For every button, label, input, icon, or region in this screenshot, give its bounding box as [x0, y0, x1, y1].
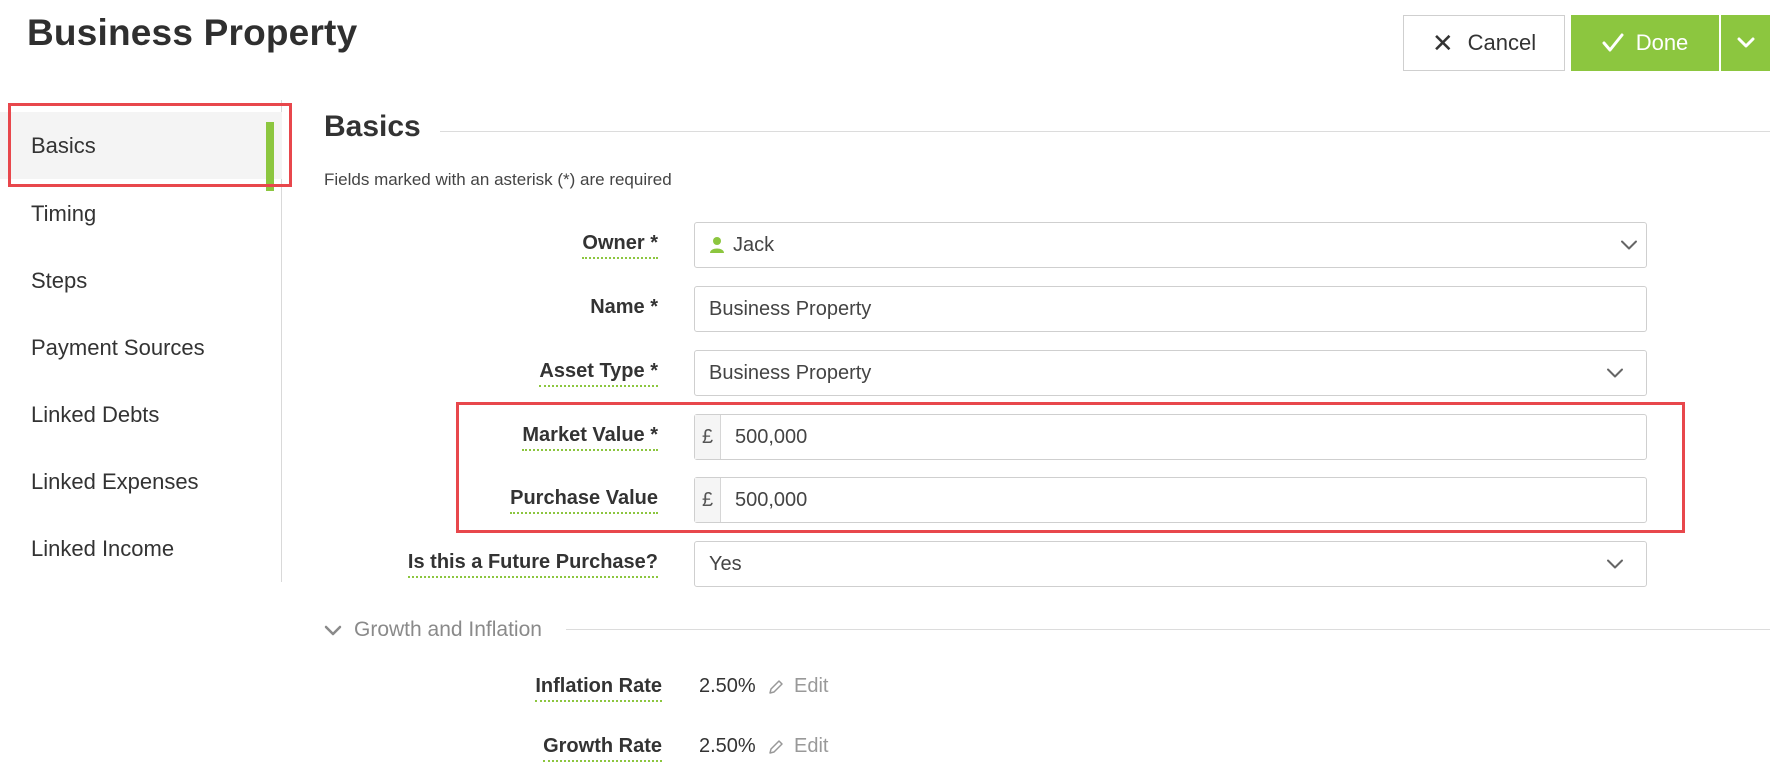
- purchase-value-value: 500,000: [735, 488, 808, 511]
- section-title: Basics: [324, 110, 421, 143]
- name-value: Business Property: [709, 297, 872, 320]
- done-button-label: Done: [1635, 30, 1689, 55]
- sidebar-item-label: Linked Expenses: [31, 468, 199, 494]
- pencil-icon: [769, 679, 783, 694]
- sidebar-item-label: Payment Sources: [31, 334, 205, 360]
- growth-rate-value: 2.50%: [699, 735, 756, 757]
- required-note: Fields marked with an asterisk (*) are r…: [324, 170, 672, 189]
- inflation-rate-edit-label: Edit: [794, 675, 829, 697]
- chevron-down-icon: [324, 625, 342, 635]
- chevron-down-icon: [1621, 240, 1637, 250]
- owner-label: Owner *: [582, 232, 658, 259]
- cancel-button-label: Cancel: [1467, 30, 1537, 55]
- inflation-rate-edit-button[interactable]: Edit: [768, 675, 828, 698]
- close-icon: ✕: [1431, 28, 1454, 58]
- asset-type-label: Asset Type *: [539, 360, 658, 387]
- future-purchase-value: Yes: [709, 552, 742, 575]
- sidebar: Basics Timing Steps Payment Sources Link…: [0, 100, 282, 582]
- pencil-icon: [769, 739, 783, 754]
- check-icon: [1602, 33, 1624, 52]
- growth-rate-edit-label: Edit: [794, 735, 829, 757]
- asset-type-value: Business Property: [709, 361, 872, 384]
- chevron-down-icon: [1737, 37, 1754, 48]
- chevron-down-icon: [1607, 368, 1623, 378]
- future-purchase-label: Is this a Future Purchase?: [407, 551, 658, 578]
- purchase-value-input[interactable]: £ 500,000: [694, 477, 1647, 523]
- growth-divider: [566, 629, 1770, 630]
- sidebar-item-label: Timing: [31, 200, 97, 226]
- page-title: Business Property: [27, 12, 358, 53]
- sidebar-item-linked-debts[interactable]: Linked Debts: [0, 381, 282, 448]
- growth-rate-edit-button[interactable]: Edit: [768, 735, 828, 758]
- sidebar-item-label: Linked Debts: [31, 401, 160, 427]
- cancel-button[interactable]: ✕ Cancel: [1403, 15, 1565, 71]
- sidebar-item-steps[interactable]: Steps: [0, 247, 282, 314]
- done-button[interactable]: Done: [1571, 15, 1719, 71]
- market-value-label: Market Value *: [522, 424, 658, 451]
- name-label: Name *: [590, 296, 658, 318]
- sidebar-item-label: Basics: [31, 132, 96, 158]
- market-value-value: 500,000: [735, 425, 808, 448]
- chevron-down-icon: [1607, 559, 1623, 569]
- growth-rate-label: Growth Rate: [543, 735, 662, 762]
- sidebar-item-label: Steps: [31, 267, 88, 293]
- inflation-rate-value: 2.50%: [699, 675, 756, 697]
- user-icon: [710, 237, 724, 253]
- done-options-button[interactable]: [1721, 15, 1770, 71]
- inflation-rate-label: Inflation Rate: [535, 675, 662, 702]
- owner-select[interactable]: Jack: [694, 222, 1647, 268]
- sidebar-item-label: Linked Income: [31, 535, 175, 561]
- name-input[interactable]: Business Property: [694, 286, 1647, 332]
- sidebar-item-basics[interactable]: Basics: [0, 112, 282, 191]
- sidebar-item-timing[interactable]: Timing: [0, 180, 282, 247]
- sidebar-item-payment-sources[interactable]: Payment Sources: [0, 314, 282, 381]
- asset-type-select[interactable]: Business Property: [694, 350, 1647, 396]
- currency-prefix: £: [695, 478, 721, 522]
- currency-prefix: £: [695, 415, 721, 459]
- growth-inflation-title: Growth and Inflation: [354, 618, 542, 641]
- purchase-value-label: Purchase Value: [510, 487, 658, 514]
- sidebar-item-linked-income[interactable]: Linked Income: [0, 515, 282, 582]
- market-value-input[interactable]: £ 500,000: [694, 414, 1647, 460]
- owner-value: Jack: [733, 233, 775, 256]
- future-purchase-select[interactable]: Yes: [694, 541, 1647, 587]
- growth-inflation-toggle[interactable]: Growth and Inflation: [324, 618, 542, 642]
- sidebar-item-linked-expenses[interactable]: Linked Expenses: [0, 448, 282, 515]
- section-divider: [440, 131, 1770, 132]
